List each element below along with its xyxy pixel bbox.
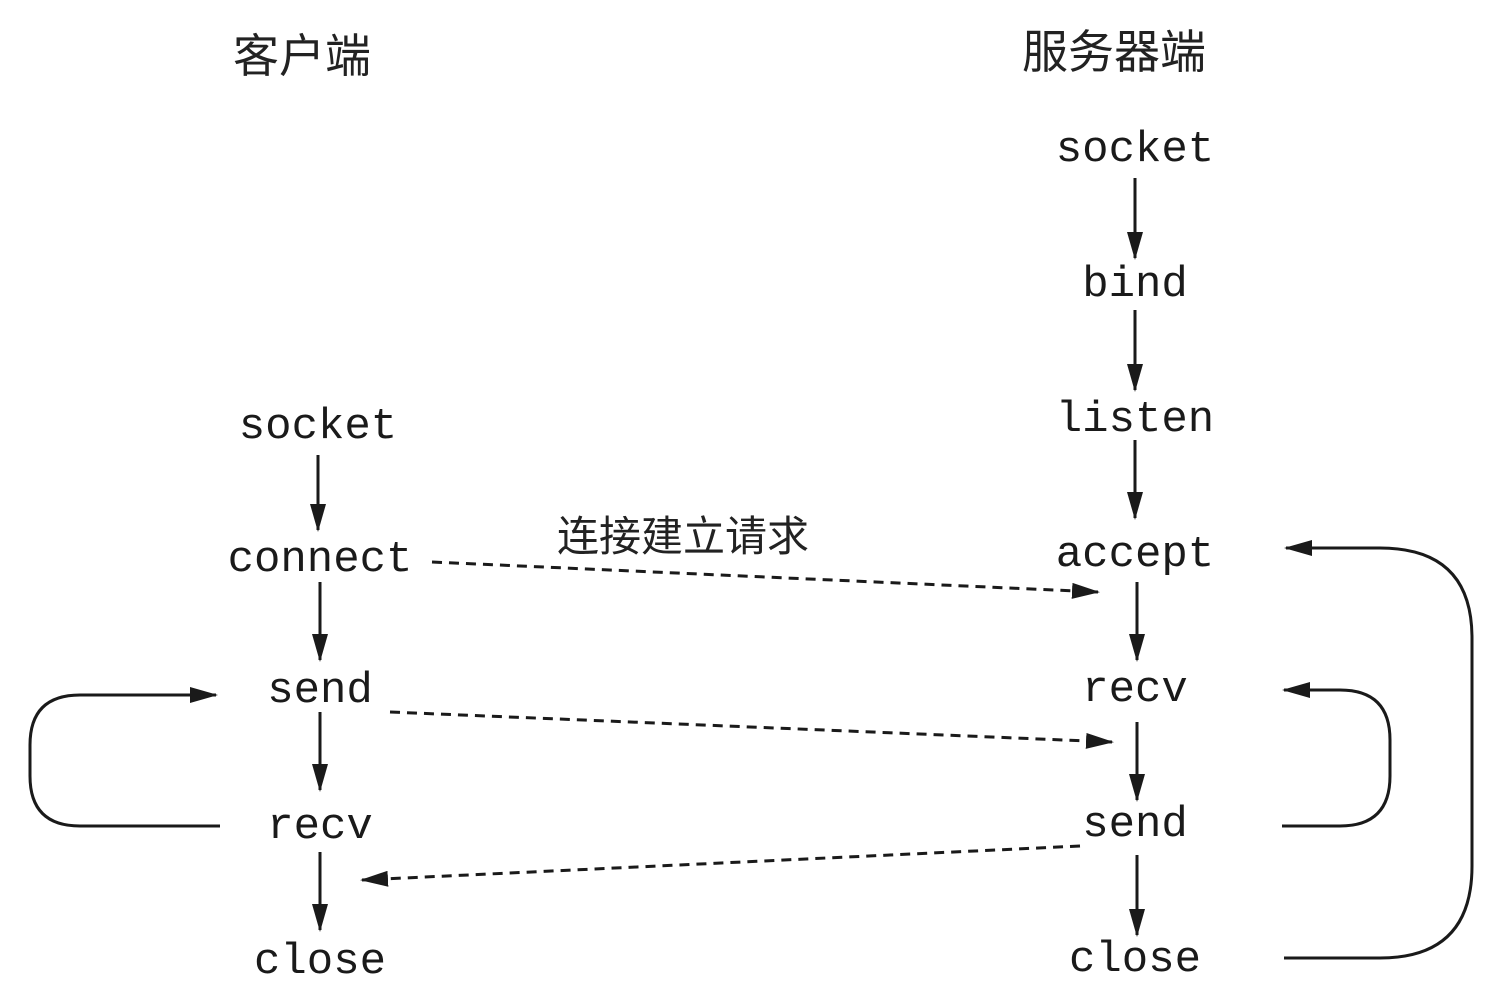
dashed-arrow-send-to-recv (389, 710, 1114, 749)
arrow-layer (28, 178, 1474, 960)
server-inner-loop-arrow (1282, 682, 1392, 828)
client-loop-arrow (28, 687, 220, 828)
socket-flow-diagram: 客户端 服务器端 socket connect send recv close … (0, 0, 1506, 996)
dashed-arrow-connect-to-accept (431, 560, 1100, 599)
dashed-arrow-send-to-recv-client (360, 844, 1081, 887)
server-outer-loop-arrow (1284, 540, 1474, 960)
